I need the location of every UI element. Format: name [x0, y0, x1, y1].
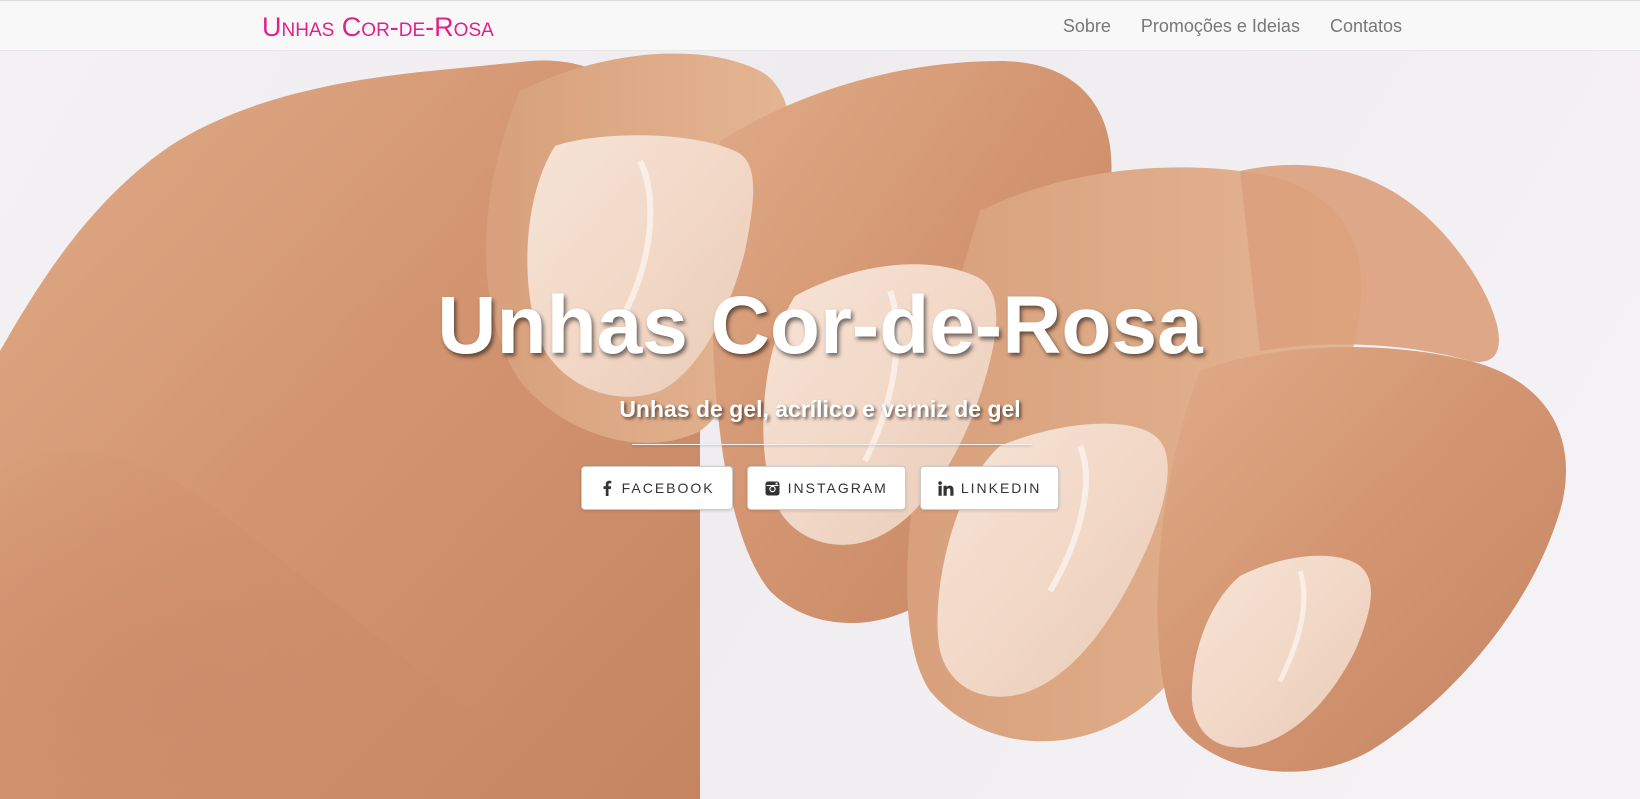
landing-page: Unhas Cor-de-Rosa Sobre Promoções e Idei… — [0, 0, 1640, 799]
nav-link-contatos[interactable]: Contatos — [1330, 16, 1402, 37]
intro-header: Unhas Cor-de-Rosa Unhas de gel, acrílico… — [0, 51, 1640, 799]
linkedin-label: LinkedIn — [960, 480, 1042, 496]
instagram-button[interactable]: Instagram — [746, 466, 906, 510]
nav-menu: Sobre Promoções e Ideias Contatos — [1063, 1, 1402, 52]
social-buttons: Facebook Instagram LinkedIn — [0, 466, 1640, 510]
top-navbar: Unhas Cor-de-Rosa Sobre Promoções e Idei… — [0, 0, 1640, 51]
brand-logo-link[interactable]: Unhas Cor-de-Rosa — [262, 12, 494, 42]
title-divider — [632, 444, 1032, 445]
instagram-label: Instagram — [787, 480, 888, 496]
linkedin-icon — [938, 480, 954, 496]
instagram-icon — [765, 480, 781, 496]
facebook-label: Facebook — [621, 480, 715, 496]
nav-link-promocoes[interactable]: Promoções e Ideias — [1141, 16, 1300, 37]
linkedin-button[interactable]: LinkedIn — [919, 466, 1060, 510]
page-subtitle: Unhas de gel, acrílico e verniz de gel — [619, 396, 1021, 422]
facebook-button[interactable]: Facebook — [580, 466, 733, 510]
page-title: Unhas Cor-de-Rosa — [437, 280, 1203, 371]
nav-link-sobre[interactable]: Sobre — [1063, 16, 1111, 37]
facebook-icon — [599, 480, 615, 496]
